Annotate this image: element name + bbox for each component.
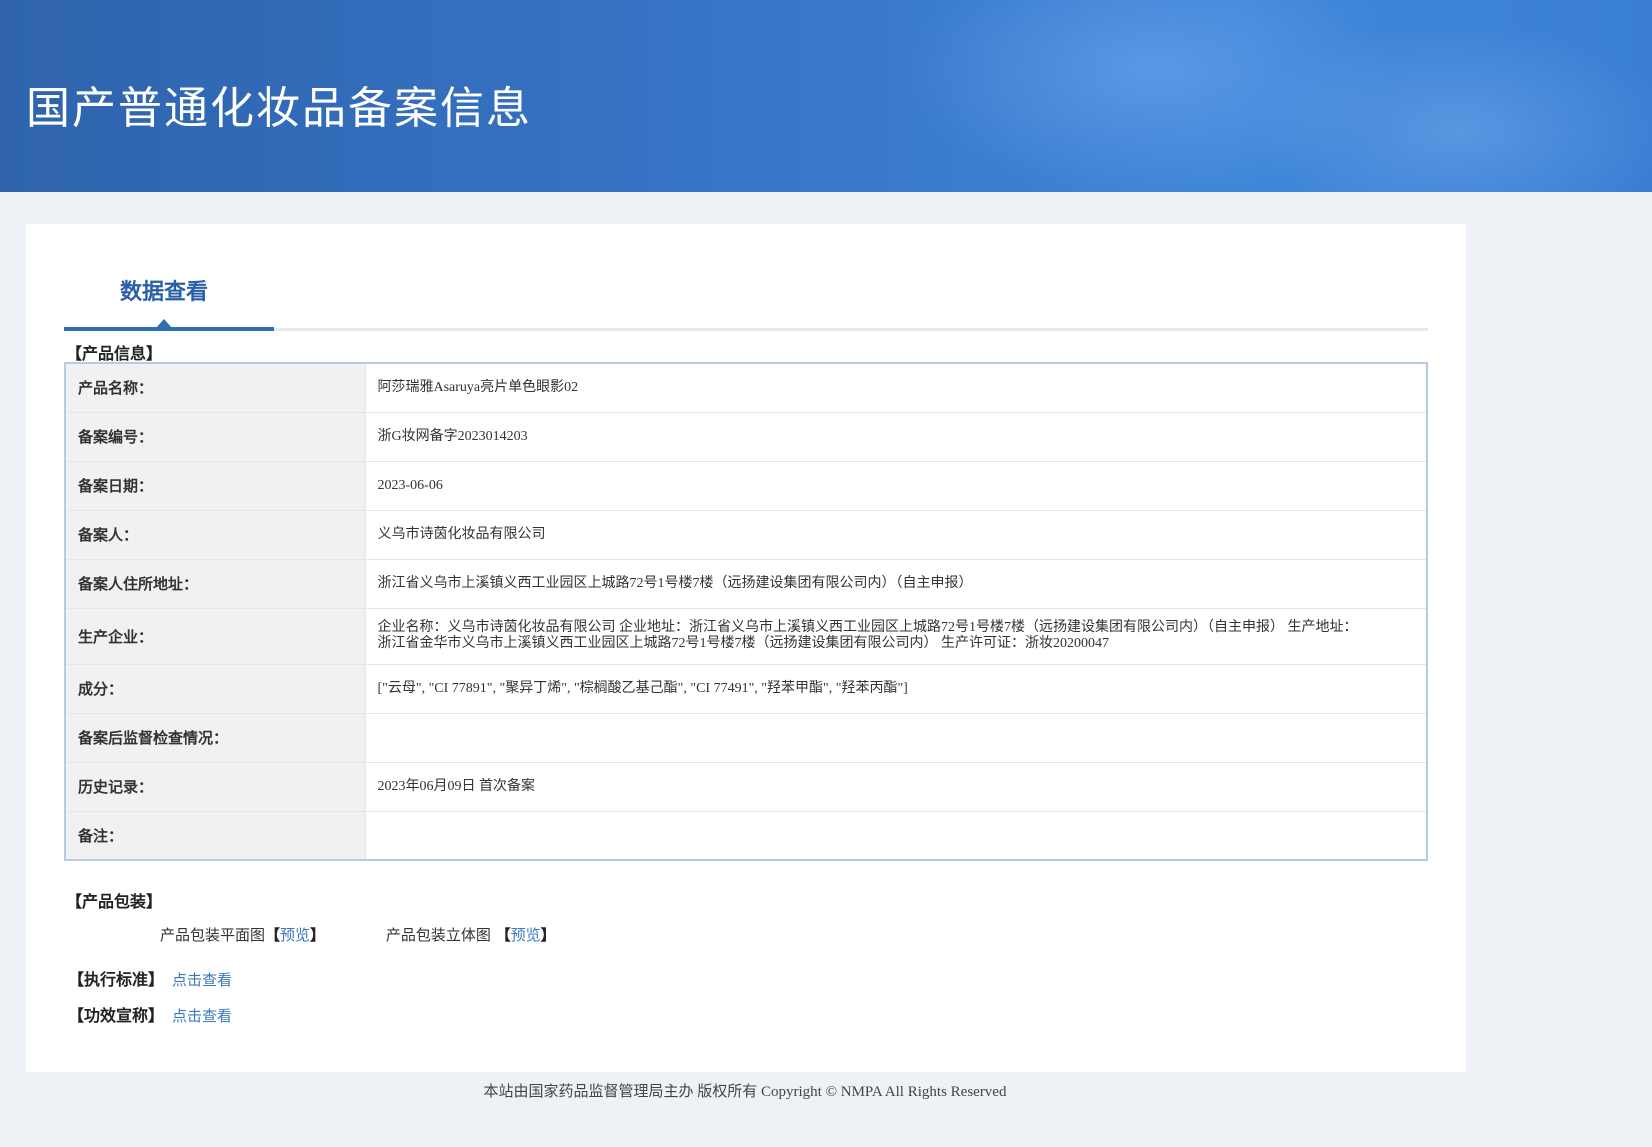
table-row: 成分： ["云母", "CI 77891", "聚异丁烯", "棕榈酸乙基己酯"… [65, 664, 1427, 714]
row-value: 浙G妆网备字2023014203 [365, 412, 1427, 462]
tab-caret-icon [156, 319, 172, 328]
header-banner: 国产普通化妆品备案信息 [0, 0, 1652, 192]
packaging-row: 产品包装平面图【预览】 产品包装立体图 【预览】 [160, 924, 556, 945]
packaging-3d-label: 产品包装立体图 [385, 926, 491, 944]
row-value [365, 811, 1427, 860]
row-value: 2023年06月09日 首次备案 [365, 762, 1427, 812]
table-row: 备案编号： 浙G妆网备字2023014203 [65, 412, 1427, 462]
bracket-open: 【 [265, 926, 281, 944]
row-label: 历史记录： [65, 762, 366, 812]
row-value: ["云母", "CI 77891", "聚异丁烯", "棕榈酸乙基己酯", "C… [365, 664, 1427, 714]
footer-copyright: 本站由国家药品监督管理局主办 版权所有 Copyright © NMPA All… [483, 1084, 1007, 1100]
bracket-close: 】 [540, 926, 556, 944]
section-title-product-info: 【产品信息】 [66, 344, 163, 363]
product-info-table: 产品名称： 阿莎瑞雅Asaruya亮片单色眼影02 备案编号： 浙G妆网备字20… [64, 362, 1428, 861]
row-value: 阿莎瑞雅Asaruya亮片单色眼影02 [365, 363, 1427, 413]
section-title-standard: 【执行标准】 [68, 970, 165, 989]
bracket-close: 】 [310, 926, 326, 944]
tab-data-view[interactable]: 数据查看 [120, 274, 208, 306]
page-title: 国产普通化妆品备案信息 [26, 83, 532, 134]
section-title-packaging: 【产品包装】 [66, 892, 163, 911]
row-label: 备案编号： [65, 412, 366, 462]
row-value: 义乌市诗茵化妆品有限公司 [365, 510, 1427, 560]
table-row: 备注： [65, 811, 1427, 860]
section-title-efficacy: 【功效宣称】 [68, 1006, 165, 1025]
standard-view-link[interactable]: 点击查看 [172, 971, 232, 989]
row-label: 产品名称： [65, 363, 366, 413]
table-row: 历史记录： 2023年06月09日 首次备案 [65, 762, 1427, 812]
row-label: 备注： [65, 811, 366, 860]
row-value [365, 713, 1427, 763]
standard-row: 【执行标准】 点击查看 [68, 966, 232, 990]
tab-bar: 数据查看 [64, 244, 1428, 334]
table-row: 生产企业： 企业名称：义乌市诗茵化妆品有限公司 企业地址：浙江省义乌市上溪镇义西… [65, 608, 1427, 665]
efficacy-row: 【功效宣称】 点击查看 [68, 1002, 232, 1026]
table-row: 产品名称： 阿莎瑞雅Asaruya亮片单色眼影02 [65, 363, 1427, 413]
efficacy-view-link[interactable]: 点击查看 [172, 1007, 232, 1025]
table-row: 备案人住所地址： 浙江省义乌市上溪镇义西工业园区上城路72号1号楼7楼（远扬建设… [65, 559, 1427, 609]
row-label: 备案日期： [65, 461, 366, 511]
preview-3d-link[interactable]: 预览 [511, 926, 541, 944]
table-row: 备案日期： 2023-06-06 [65, 461, 1427, 511]
row-label: 备案后监督检查情况： [65, 713, 366, 763]
packaging-flat: 产品包装平面图【预览】 [160, 924, 325, 945]
row-value: 2023-06-06 [365, 461, 1427, 511]
packaging-flat-label: 产品包装平面图 [160, 926, 266, 944]
bracket-open: 【 [495, 926, 511, 944]
row-label: 成分： [65, 664, 366, 714]
packaging-3d: 产品包装立体图 【预览】 [386, 924, 556, 945]
table-row: 备案后监督检查情况： [65, 713, 1427, 763]
row-label: 生产企业： [65, 608, 366, 665]
row-label: 备案人住所地址： [65, 559, 366, 609]
row-label: 备案人： [65, 510, 366, 560]
preview-flat-link[interactable]: 预览 [280, 926, 310, 944]
table-row: 备案人： 义乌市诗茵化妆品有限公司 [65, 510, 1427, 560]
row-value: 企业名称：义乌市诗茵化妆品有限公司 企业地址：浙江省义乌市上溪镇义西工业园区上城… [365, 608, 1427, 665]
content-panel: 数据查看 【产品信息】 产品名称： 阿莎瑞雅Asaruya亮片单色眼影02 备案… [26, 224, 1466, 1072]
row-value: 浙江省义乌市上溪镇义西工业园区上城路72号1号楼7楼（远扬建设集团有限公司内）（… [365, 559, 1427, 609]
